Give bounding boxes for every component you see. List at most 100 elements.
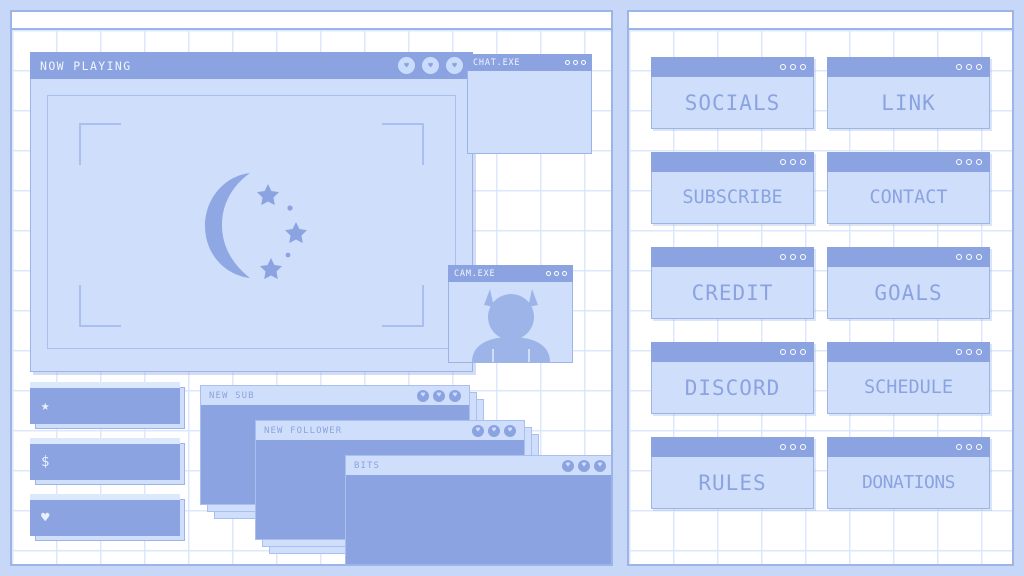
stat-body: ♥: [30, 500, 180, 536]
cam-titlebar: CAM.EXE: [448, 265, 573, 282]
dot-button-2[interactable]: [966, 349, 972, 355]
now-playing-title: NOW PLAYING: [40, 58, 132, 73]
dot-button-2[interactable]: [573, 60, 578, 65]
dot-button-3[interactable]: [800, 254, 806, 260]
right-panel-topbar: [629, 12, 1012, 30]
heart-button-2[interactable]: ♥: [433, 389, 445, 402]
menu-button-socials[interactable]: SOCIALS: [651, 57, 814, 129]
chat-window[interactable]: CHAT.EXE: [467, 54, 592, 154]
dot-button-3[interactable]: [800, 159, 806, 165]
heart-button-1[interactable]: ♥: [398, 57, 415, 74]
menu-label: DISCORD: [684, 375, 781, 400]
menu-controls: [956, 349, 982, 355]
cam-window[interactable]: CAM.EXE: [448, 265, 573, 363]
dot-button-2[interactable]: [966, 444, 972, 450]
dot-button-2[interactable]: [966, 64, 972, 70]
chat-controls: [565, 60, 586, 65]
menu-button-discord[interactable]: DISCORD: [651, 342, 814, 414]
menu-button-subscribe[interactable]: SUBSCRIBE: [651, 152, 814, 224]
heart-button-1[interactable]: ♥: [562, 459, 574, 472]
dot-button-3[interactable]: [976, 64, 982, 70]
menu-body: SCHEDULE: [827, 362, 990, 414]
dot-button-2[interactable]: [790, 349, 796, 355]
dot-button-2[interactable]: [554, 271, 559, 276]
menu-controls: [956, 444, 982, 450]
heart-button-2[interactable]: ♥: [488, 424, 500, 437]
left-panel-content: NOW PLAYING ♥ ♥ ♥ CHAT.EXE CAM.EXE ★ $ ♥…: [12, 30, 611, 564]
dot-button-1[interactable]: [780, 444, 786, 450]
star-icon: ★: [41, 398, 50, 414]
heart-button-1[interactable]: ♥: [417, 389, 429, 402]
dot-button-1[interactable]: [780, 349, 786, 355]
dot-button-3[interactable]: [976, 159, 982, 165]
dot-button-3[interactable]: [562, 271, 567, 276]
menu-button-donations[interactable]: DONATIONS: [827, 437, 990, 509]
dot-button-1[interactable]: [956, 159, 962, 165]
avatar-icon: [471, 289, 550, 362]
menu-body: GOALS: [827, 267, 990, 319]
dot-button-1[interactable]: [565, 60, 570, 65]
dollar-icon: $: [41, 454, 50, 470]
dot-button-3[interactable]: [800, 64, 806, 70]
stat-bar-dollar[interactable]: $: [30, 438, 185, 485]
dot-button-3[interactable]: [976, 254, 982, 260]
menu-label: RULES: [698, 470, 767, 495]
dot-button-1[interactable]: [956, 444, 962, 450]
dot-button-3[interactable]: [800, 444, 806, 450]
dot-button-2[interactable]: [790, 64, 796, 70]
menu-label: SCHEDULE: [863, 377, 954, 398]
dot-button-2[interactable]: [966, 254, 972, 260]
menu-button-goals[interactable]: GOALS: [827, 247, 990, 319]
menu-body: DISCORD: [651, 362, 814, 414]
menu-controls: [780, 64, 806, 70]
menu-body: RULES: [651, 457, 814, 509]
stat-bar-star[interactable]: ★: [30, 382, 185, 429]
heart-button-1[interactable]: ♥: [472, 424, 484, 437]
menu-button-contact[interactable]: CONTACT: [827, 152, 990, 224]
heart-button-3[interactable]: ♥: [504, 424, 516, 437]
menu-button-rules[interactable]: RULES: [651, 437, 814, 509]
bracket-top-right: [382, 123, 424, 165]
menu-titlebar: [651, 152, 814, 172]
dot-button-1[interactable]: [780, 64, 786, 70]
menu-titlebar: [651, 342, 814, 362]
menu-controls: [956, 159, 982, 165]
dot-button-1[interactable]: [780, 254, 786, 260]
heart-button-3[interactable]: ♥: [446, 57, 463, 74]
dot-button-1[interactable]: [956, 349, 962, 355]
chat-message-area[interactable]: [467, 71, 592, 154]
dot-button-3[interactable]: [800, 349, 806, 355]
notif-titlebar: NEW FOLLOWER ♥ ♥ ♥: [256, 421, 524, 440]
menu-body: DONATIONS: [827, 457, 990, 509]
menu-body: LINK: [827, 77, 990, 129]
menu-button-credit[interactable]: CREDIT: [651, 247, 814, 319]
dot-button-2[interactable]: [790, 444, 796, 450]
dot-button-1[interactable]: [780, 159, 786, 165]
dot-button-1[interactable]: [956, 64, 962, 70]
dot-button-1[interactable]: [956, 254, 962, 260]
now-playing-window[interactable]: NOW PLAYING ♥ ♥ ♥: [30, 52, 473, 372]
menu-button-link[interactable]: LINK: [827, 57, 990, 129]
dot-button-3[interactable]: [976, 349, 982, 355]
dot-button-3[interactable]: [976, 444, 982, 450]
notif-title: NEW FOLLOWER: [264, 425, 343, 436]
menu-button-schedule[interactable]: SCHEDULE: [827, 342, 990, 414]
heart-button-3[interactable]: ♥: [594, 459, 606, 472]
notif-controls: ♥ ♥ ♥: [562, 459, 606, 472]
menu-titlebar: [827, 437, 990, 457]
dot-button-1[interactable]: [546, 271, 551, 276]
now-playing-controls: ♥ ♥ ♥: [398, 57, 463, 74]
left-panel-topbar: [12, 12, 611, 30]
heart-icon: ♥: [41, 510, 50, 526]
stat-bar-heart[interactable]: ♥: [30, 494, 185, 541]
dot-button-2[interactable]: [790, 254, 796, 260]
dot-button-2[interactable]: [966, 159, 972, 165]
heart-button-3[interactable]: ♥: [449, 389, 461, 402]
bracket-bottom-left: [79, 285, 121, 327]
dot-button-2[interactable]: [790, 159, 796, 165]
menu-controls: [956, 64, 982, 70]
dot-button-3[interactable]: [581, 60, 586, 65]
heart-button-2[interactable]: ♥: [578, 459, 590, 472]
heart-button-2[interactable]: ♥: [422, 57, 439, 74]
menu-titlebar: [827, 152, 990, 172]
